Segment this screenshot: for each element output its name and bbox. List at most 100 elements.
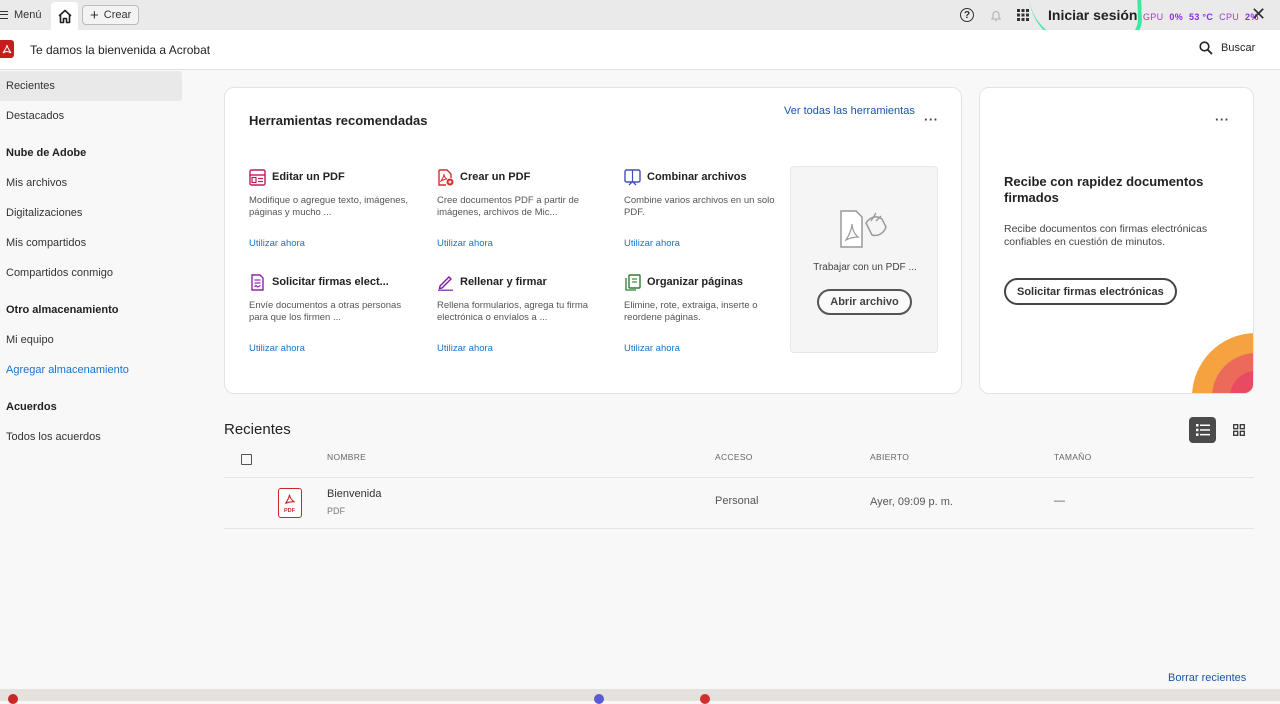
- use-now-link[interactable]: Utilizar ahora: [624, 343, 784, 354]
- search-label: Buscar: [1221, 42, 1256, 54]
- hud-gpu-label: GPU: [1143, 12, 1164, 22]
- create-button[interactable]: + Crear: [82, 5, 140, 25]
- sidebar-item-mis-compartidos[interactable]: Mis compartidos: [0, 228, 182, 258]
- sidebar-item-label: Compartidos conmigo: [6, 267, 113, 279]
- sidebar-item-label: Todos los acuerdos: [6, 431, 101, 443]
- column-header-access[interactable]: ACCESO: [715, 452, 753, 462]
- performance-overlay: GPU 0% 53 °C CPU 2%: [1143, 12, 1259, 22]
- file-type-label: PDF: [284, 508, 295, 514]
- file-access: Personal: [715, 495, 759, 507]
- combine-files-icon: [624, 168, 641, 186]
- taskbar-app-icon[interactable]: [700, 694, 710, 704]
- file-type: PDF: [327, 506, 345, 516]
- more-options-icon[interactable]: ···: [1215, 112, 1230, 127]
- recommended-tools-card: Herramientas recomendadas Ver todas las …: [224, 87, 962, 394]
- column-header-name[interactable]: NOMBRE: [327, 452, 366, 462]
- edit-pdf-icon: [249, 168, 266, 186]
- sidebar-item-compartidos-conmigo[interactable]: Compartidos conmigo: [0, 258, 182, 288]
- tool-fill-sign[interactable]: Rellenar y firmar Rellena formularios, a…: [437, 273, 597, 354]
- tool-name: Solicitar firmas elect...: [272, 276, 389, 288]
- search-button[interactable]: Buscar: [1199, 41, 1255, 55]
- grid-view-toggle[interactable]: [1230, 421, 1248, 439]
- tool-name: Rellenar y firmar: [460, 276, 547, 288]
- hamburger-icon: [0, 11, 8, 19]
- sidebar-item-mis-archivos[interactable]: Mis archivos: [0, 168, 182, 198]
- tools-title: Herramientas recomendadas: [249, 113, 428, 128]
- sidebar-item-add-storage[interactable]: Agregar almacenamiento: [0, 355, 182, 385]
- use-now-link[interactable]: Utilizar ahora: [249, 238, 409, 249]
- use-now-link[interactable]: Utilizar ahora: [437, 343, 597, 354]
- hud-temp-value: 53 °C: [1189, 12, 1214, 22]
- recent-table-header: NOMBRE ACCESO ABIERTO TAMAÑO: [224, 448, 1254, 478]
- see-all-tools-link[interactable]: Ver todas las herramientas: [784, 105, 915, 117]
- open-file-button[interactable]: Abrir archivo: [817, 289, 912, 315]
- fill-sign-icon: [437, 274, 454, 291]
- sidebar-item-digitalizaciones[interactable]: Digitalizaciones: [0, 198, 182, 228]
- list-view-toggle[interactable]: [1189, 417, 1216, 443]
- open-file-dropzone[interactable]: Trabajar con un PDF ... Abrir archivo: [790, 166, 938, 353]
- tool-description: Rellena formularios, agrega tu firma ele…: [437, 300, 589, 323]
- sidebar-item-label: Agregar almacenamiento: [6, 364, 129, 376]
- sidebar-item-label: Mis archivos: [6, 177, 68, 189]
- more-options-icon[interactable]: ···: [924, 112, 939, 127]
- file-size: —: [1054, 495, 1065, 507]
- menu-label: Menú: [14, 9, 42, 21]
- apps-grid-icon[interactable]: [1015, 7, 1031, 23]
- grid-view-icon: [1233, 424, 1245, 436]
- sign-in-button[interactable]: Iniciar sesión: [1048, 7, 1137, 23]
- plus-icon: +: [90, 6, 99, 24]
- open-box-text: Trabajar con un PDF ...: [813, 262, 917, 273]
- app-header: Te damos la bienvenida a Acrobat Buscar: [0, 30, 1280, 70]
- tool-create-pdf[interactable]: Crear un PDF Cree documentos PDF a parti…: [437, 168, 597, 249]
- tool-name: Organizar páginas: [647, 276, 743, 288]
- pdf-drag-illustration-icon: [840, 210, 887, 248]
- sidebar-heading-agreements: Acuerdos: [6, 401, 57, 413]
- request-signatures-button[interactable]: Solicitar firmas electrónicas: [1004, 278, 1177, 305]
- taskbar-app-icon[interactable]: [594, 694, 604, 704]
- column-header-opened[interactable]: ABIERTO: [870, 452, 909, 462]
- use-now-link[interactable]: Utilizar ahora: [249, 343, 409, 354]
- file-name: Bienvenida: [327, 488, 382, 500]
- sidebar-item-label: Mi equipo: [6, 334, 54, 346]
- app-topbar: Menú + Crear ? Iniciar sesión GPU 0% 53 …: [0, 0, 1280, 48]
- os-taskbar: [0, 689, 1280, 704]
- close-icon[interactable]: ✕: [1251, 4, 1266, 25]
- tool-request-signatures[interactable]: Solicitar firmas elect... Envíe document…: [249, 273, 409, 354]
- pdf-file-icon: PDF: [278, 488, 302, 518]
- sidebar-item-recientes[interactable]: Recientes: [0, 71, 182, 101]
- menu-button[interactable]: Menú: [0, 0, 42, 30]
- sidebar-item-all-agreements[interactable]: Todos los acuerdos: [0, 422, 182, 452]
- sidebar-item-label: Recientes: [6, 80, 55, 92]
- sidebar-item-destacados[interactable]: Destacados: [0, 101, 182, 131]
- organize-pages-icon: [624, 273, 641, 291]
- sidebar-item-label: Digitalizaciones: [6, 207, 83, 219]
- bell-icon[interactable]: [988, 7, 1004, 23]
- tool-name: Editar un PDF: [272, 171, 345, 183]
- clear-recent-link[interactable]: Borrar recientes: [1168, 672, 1246, 684]
- tool-description: Envíe documentos a otras personas para q…: [249, 300, 402, 323]
- column-header-size[interactable]: TAMAÑO: [1054, 452, 1092, 462]
- sidebar-item-label: Mis compartidos: [6, 237, 87, 249]
- acrobat-logo-icon: [0, 40, 14, 58]
- use-now-link[interactable]: Utilizar ahora: [437, 238, 597, 249]
- signatures-promo-card: ··· Recibe con rapidez documentos firmad…: [979, 87, 1254, 394]
- tool-combine-files[interactable]: Combinar archivos Combine varios archivo…: [624, 168, 784, 249]
- sidebar-item-label: Destacados: [6, 110, 65, 122]
- sidebar-heading-other-storage: Otro almacenamiento: [6, 304, 119, 316]
- recent-section-title: Recientes: [224, 421, 291, 438]
- tool-description: Combine varios archivos en un solo PDF.: [624, 195, 775, 218]
- sidebar-item-mi-equipo[interactable]: Mi equipo: [0, 325, 182, 355]
- help-icon[interactable]: ?: [960, 8, 974, 22]
- select-all-checkbox[interactable]: [241, 454, 252, 465]
- home-tab[interactable]: [51, 2, 78, 30]
- taskbar-app-icon[interactable]: [8, 694, 18, 704]
- promo-title: Recibe con rapidez documentos firmados: [1004, 174, 1204, 205]
- table-row[interactable]: PDF Bienvenida PDF Personal Ayer, 09:09 …: [224, 478, 1254, 529]
- list-view-icon: [1195, 424, 1210, 436]
- create-pdf-icon: [437, 168, 454, 186]
- tool-name: Crear un PDF: [460, 171, 531, 183]
- use-now-link[interactable]: Utilizar ahora: [624, 238, 784, 249]
- create-label: Crear: [103, 9, 132, 21]
- tool-edit-pdf[interactable]: Editar un PDF Modifique o agregue texto,…: [249, 168, 409, 249]
- tool-organize-pages[interactable]: Organizar páginas Elimine, rote, extraig…: [624, 273, 784, 354]
